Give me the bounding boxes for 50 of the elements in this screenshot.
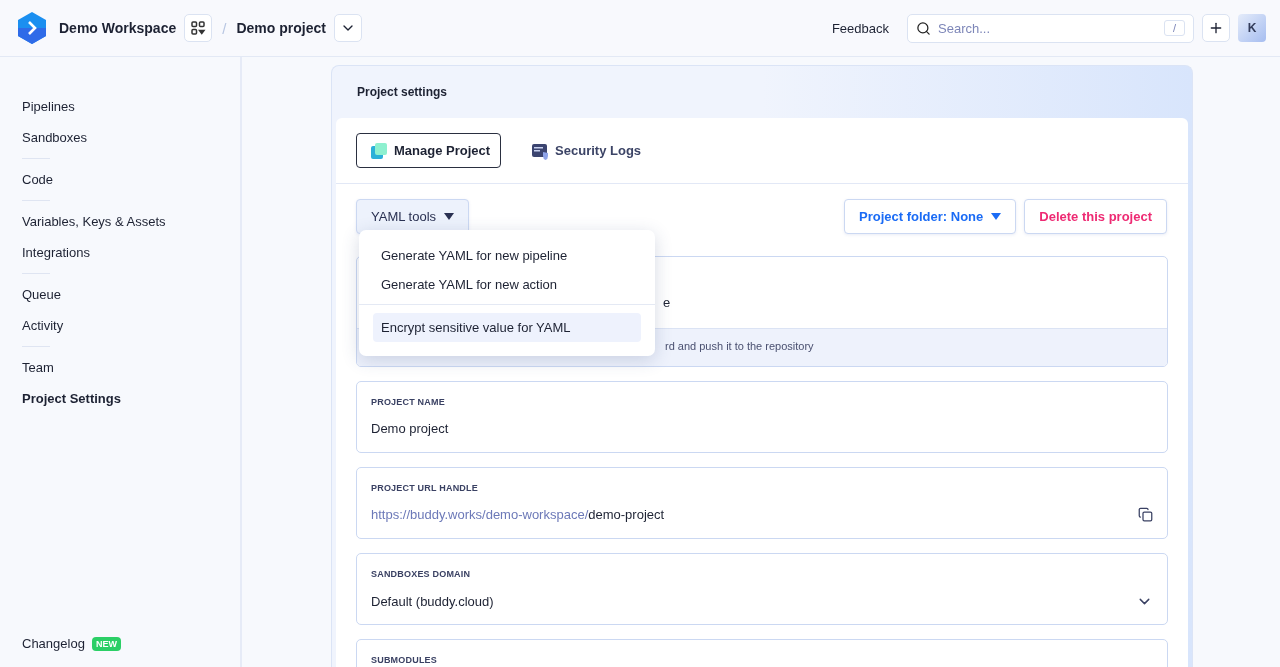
sidebar-item[interactable]: Team (22, 352, 54, 383)
sidebar-item[interactable]: Activity (22, 310, 64, 341)
sidebar-item[interactable]: Sandboxes (22, 122, 88, 153)
project-folder-button[interactable]: Project folder: None (844, 199, 1017, 234)
search-input[interactable]: Search... (936, 19, 1159, 37)
breadcrumb-separator: / (222, 19, 227, 37)
feedback-link[interactable]: Feedback (831, 20, 889, 36)
copy-icon[interactable] (1138, 507, 1153, 522)
tab[interactable]: Manage Project (356, 133, 502, 168)
sidebar-item[interactable]: Project Settings (22, 383, 121, 414)
squares-icon (370, 141, 388, 160)
menu-item[interactable]: Generate YAML for new action (373, 270, 641, 299)
caret-icon (444, 213, 455, 220)
menu-item[interactable]: Encrypt sensitive value for YAML (373, 313, 641, 342)
select-field[interactable]: SANDBOXES DOMAIN Default (buddy.cloud) (356, 553, 1168, 625)
log-shield-icon (531, 141, 550, 160)
field-value: Default (buddy.cloud) (371, 594, 495, 609)
panel-title: Project settings (356, 84, 449, 101)
new-badge: NEW (91, 636, 121, 651)
sidebar-item[interactable]: Queue (22, 279, 62, 310)
field-label: SUBMODULES (371, 655, 438, 665)
grid-icon (190, 20, 207, 36)
plus-icon (1208, 20, 1224, 36)
project-dropdown-button[interactable] (333, 14, 362, 42)
sidebar-item[interactable]: Pipelines (22, 91, 75, 122)
user-avatar[interactable]: K (1238, 14, 1266, 42)
field-value: Demo project (371, 421, 450, 436)
input-field[interactable]: SUBMODULES (356, 639, 1168, 667)
search-field[interactable]: Search... / (907, 13, 1194, 43)
caret-icon (991, 213, 1002, 220)
menu-item[interactable]: Generate YAML for new pipeline (373, 241, 641, 270)
input-field[interactable]: PROJECT NAME Demo project (356, 381, 1168, 453)
search-icon (916, 20, 931, 36)
field-label: SANDBOXES DOMAIN (371, 569, 472, 579)
sidebar-item[interactable]: Code (22, 164, 54, 195)
field-label: PROJECT NAME (371, 397, 446, 407)
changelog-link[interactable]: Changelog (22, 628, 85, 659)
field-label: PROJECT URL HANDLE (371, 483, 479, 493)
delete-project-button[interactable]: Delete this project (1024, 199, 1167, 234)
url-value: https://buddy.works/demo-workspace/demo-project (371, 507, 666, 522)
input-field[interactable]: PROJECT URL HANDLE https://buddy.works/demo-workspace/demo-project (356, 467, 1168, 539)
card-text: e (663, 295, 671, 310)
shortcut-key: / (1163, 20, 1185, 36)
sidebar-item[interactable]: Variables, Keys & Assets (22, 206, 166, 237)
logo-icon (15, 11, 49, 45)
sidebar-item[interactable]: Integrations (22, 237, 90, 268)
apps-switch-button[interactable] (184, 14, 213, 42)
workspace-name[interactable]: Demo Workspace (59, 20, 177, 36)
add-button[interactable] (1202, 14, 1230, 42)
project-name[interactable]: Demo project (236, 20, 326, 36)
